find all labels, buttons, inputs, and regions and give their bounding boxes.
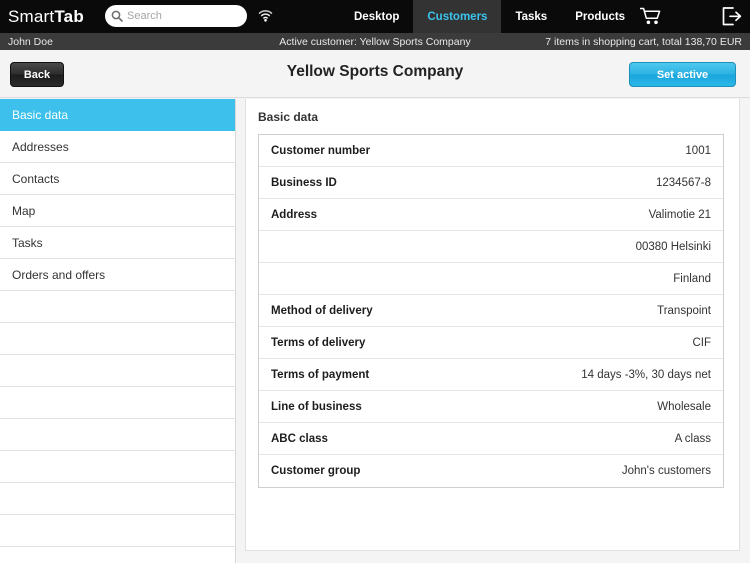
row-label: Method of delivery (271, 304, 373, 317)
row-value: John's customers (621, 465, 711, 477)
sidebar-item-addresses[interactable]: Addresses (0, 131, 235, 163)
nav-item-tasks[interactable]: Tasks (501, 0, 561, 33)
table-row: Line of business Wholesale (259, 391, 723, 423)
section-title: Basic data (258, 110, 319, 124)
table-row: Customer number 1001 (259, 135, 723, 167)
search-box[interactable] (105, 5, 247, 27)
status-cart-summary: 7 items in shopping cart, total 138,70 E… (545, 35, 742, 48)
top-navigation-bar: SmartTab Desktop Customers Tasks Product… (0, 0, 750, 33)
table-row: Customer group John's customers (259, 455, 723, 487)
row-value: CIF (692, 336, 711, 349)
nav-item-customers[interactable]: Customers (413, 0, 502, 33)
sidebar-item-empty (0, 323, 235, 355)
sidebar-item-contacts[interactable]: Contacts (0, 163, 235, 195)
table-row: Method of delivery Transpoint (259, 295, 723, 327)
table-row: Finland (259, 263, 723, 295)
table-row: ABC class A class (259, 423, 723, 455)
logo-text-tab: Tab (54, 6, 84, 26)
table-row: Terms of payment 14 days -3%, 30 days ne… (259, 359, 723, 391)
sidebar-item-empty (0, 355, 235, 387)
wifi-icon (258, 10, 273, 22)
shopping-cart-icon[interactable] (640, 7, 662, 26)
row-label: Customer number (271, 144, 371, 157)
logout-icon[interactable] (722, 7, 742, 26)
row-value: Valimotie 21 (648, 208, 711, 221)
table-row: 00380 Helsinki (259, 231, 723, 263)
sidebar-item-empty (0, 291, 235, 323)
row-value: Wholesale (657, 400, 711, 413)
row-label: Line of business (271, 400, 362, 413)
main-navigation: Desktop Customers Tasks Products (340, 0, 639, 33)
table-row: Business ID 1234567-8 (259, 167, 723, 199)
row-label: ABC class (271, 432, 328, 445)
row-label: Address (271, 208, 318, 221)
sidebar-item-map[interactable]: Map (0, 195, 235, 227)
logo-text-smart: Smart (8, 6, 55, 26)
table-row: Address Valimotie 21 (259, 199, 723, 231)
set-active-button[interactable]: Set active (629, 62, 736, 87)
row-label: Customer group (271, 465, 361, 477)
sidebar-item-empty (0, 451, 235, 483)
search-input[interactable] (127, 7, 237, 25)
row-label: Business ID (271, 176, 337, 189)
sidebar-item-empty (0, 515, 235, 547)
sidebar-item-basic-data[interactable]: Basic data (0, 99, 235, 131)
sidebar: Basic data Addresses Contacts Map Tasks … (0, 99, 236, 563)
status-bar: John Doe Active customer: Yellow Sports … (0, 33, 750, 50)
row-label: Terms of payment (271, 368, 370, 381)
search-icon (111, 10, 123, 22)
row-value: Transpoint (657, 304, 711, 317)
sidebar-item-empty (0, 483, 235, 515)
content-panel: Basic data Customer number 1001 Business… (245, 99, 740, 551)
sidebar-item-tasks[interactable]: Tasks (0, 227, 235, 259)
row-value: Finland (673, 272, 711, 285)
basic-data-table: Customer number 1001 Business ID 1234567… (258, 134, 724, 488)
row-value: 14 days -3%, 30 days net (581, 368, 711, 381)
table-row: Terms of delivery CIF (259, 327, 723, 359)
row-value: 1001 (685, 144, 711, 157)
row-label: Terms of delivery (271, 336, 366, 349)
sidebar-item-orders-and-offers[interactable]: Orders and offers (0, 259, 235, 291)
sidebar-item-empty (0, 387, 235, 419)
nav-item-products[interactable]: Products (561, 0, 639, 33)
row-value: A class (674, 432, 711, 445)
app-logo: SmartTab (8, 7, 84, 27)
row-value: 1234567-8 (656, 176, 711, 189)
sidebar-item-empty (0, 419, 235, 451)
row-value: 00380 Helsinki (635, 240, 711, 253)
nav-item-desktop[interactable]: Desktop (340, 0, 413, 33)
